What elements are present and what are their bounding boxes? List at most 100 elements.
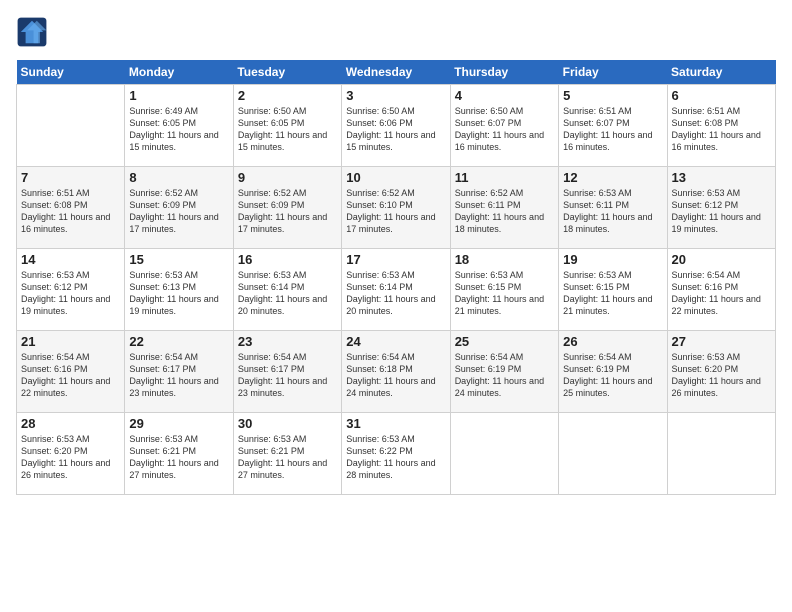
calendar-cell: 31 Sunrise: 6:53 AM Sunset: 6:22 PM Dayli… bbox=[342, 413, 450, 495]
day-info: Sunrise: 6:53 AM Sunset: 6:12 PM Dayligh… bbox=[21, 269, 120, 318]
day-info: Sunrise: 6:53 AM Sunset: 6:22 PM Dayligh… bbox=[346, 433, 445, 482]
day-info: Sunrise: 6:54 AM Sunset: 6:17 PM Dayligh… bbox=[129, 351, 228, 400]
calendar-cell: 12 Sunrise: 6:53 AM Sunset: 6:11 PM Dayli… bbox=[559, 167, 667, 249]
calendar-cell: 9 Sunrise: 6:52 AM Sunset: 6:09 PM Daylig… bbox=[233, 167, 341, 249]
day-info: Sunrise: 6:53 AM Sunset: 6:20 PM Dayligh… bbox=[672, 351, 771, 400]
day-info: Sunrise: 6:51 AM Sunset: 6:08 PM Dayligh… bbox=[672, 105, 771, 154]
calendar-cell bbox=[450, 413, 558, 495]
day-number: 4 bbox=[455, 88, 554, 103]
day-number: 19 bbox=[563, 252, 662, 267]
day-info: Sunrise: 6:54 AM Sunset: 6:18 PM Dayligh… bbox=[346, 351, 445, 400]
calendar-cell: 28 Sunrise: 6:53 AM Sunset: 6:20 PM Dayli… bbox=[17, 413, 125, 495]
calendar-cell bbox=[667, 413, 775, 495]
day-info: Sunrise: 6:53 AM Sunset: 6:13 PM Dayligh… bbox=[129, 269, 228, 318]
calendar-cell: 15 Sunrise: 6:53 AM Sunset: 6:13 PM Dayli… bbox=[125, 249, 233, 331]
calendar-cell: 2Sunrise: 6:50 AM Sunset: 6:05 PM Daylig… bbox=[233, 85, 341, 167]
day-number: 6 bbox=[672, 88, 771, 103]
calendar-cell: 8 Sunrise: 6:52 AM Sunset: 6:09 PM Daylig… bbox=[125, 167, 233, 249]
calendar-cell: 19 Sunrise: 6:53 AM Sunset: 6:15 PM Dayli… bbox=[559, 249, 667, 331]
day-number: 15 bbox=[129, 252, 228, 267]
calendar-cell: 20 Sunrise: 6:54 AM Sunset: 6:16 PM Dayli… bbox=[667, 249, 775, 331]
calendar-week-row: 21Sunrise: 6:54 AM Sunset: 6:16 PM Dayli… bbox=[17, 331, 776, 413]
header-thursday: Thursday bbox=[450, 60, 558, 85]
day-number: 29 bbox=[129, 416, 228, 431]
day-number: 14 bbox=[21, 252, 120, 267]
day-number: 10 bbox=[346, 170, 445, 185]
calendar-cell: 23 Sunrise: 6:54 AM Sunset: 6:17 PM Dayli… bbox=[233, 331, 341, 413]
calendar-cell: 22 Sunrise: 6:54 AM Sunset: 6:17 PM Dayli… bbox=[125, 331, 233, 413]
calendar-cell: 4 Sunrise: 6:50 AM Sunset: 6:07 PM Daylig… bbox=[450, 85, 558, 167]
day-info: Sunrise: 6:53 AM Sunset: 6:21 PM Dayligh… bbox=[129, 433, 228, 482]
header-saturday: Saturday bbox=[667, 60, 775, 85]
calendar-cell: 30Sunrise: 6:53 AM Sunset: 6:21 PM Dayli… bbox=[233, 413, 341, 495]
day-info: Sunrise: 6:54 AM Sunset: 6:19 PM Dayligh… bbox=[563, 351, 662, 400]
day-number: 8 bbox=[129, 170, 228, 185]
day-number: 23 bbox=[238, 334, 337, 349]
calendar-cell: 1 Sunrise: 6:49 AM Sunset: 6:05 PM Daylig… bbox=[125, 85, 233, 167]
day-number: 3 bbox=[346, 88, 445, 103]
day-number: 17 bbox=[346, 252, 445, 267]
header-wednesday: Wednesday bbox=[342, 60, 450, 85]
day-number: 7 bbox=[21, 170, 120, 185]
calendar-cell: 7 Sunrise: 6:51 AM Sunset: 6:08 PM Daylig… bbox=[17, 167, 125, 249]
day-number: 13 bbox=[672, 170, 771, 185]
day-info: Sunrise: 6:54 AM Sunset: 6:19 PM Dayligh… bbox=[455, 351, 554, 400]
calendar-cell: 6 Sunrise: 6:51 AM Sunset: 6:08 PM Daylig… bbox=[667, 85, 775, 167]
day-info: Sunrise: 6:53 AM Sunset: 6:14 PM Dayligh… bbox=[238, 269, 337, 318]
calendar-cell: 27 Sunrise: 6:53 AM Sunset: 6:20 PM Dayli… bbox=[667, 331, 775, 413]
header-sunday: Sunday bbox=[17, 60, 125, 85]
day-info: Sunrise: 6:53 AM Sunset: 6:15 PM Dayligh… bbox=[455, 269, 554, 318]
day-info: Sunrise: 6:53 AM Sunset: 6:12 PM Dayligh… bbox=[672, 187, 771, 236]
day-number: 22 bbox=[129, 334, 228, 349]
page-container: SundayMondayTuesdayWednesdayThursdayFrid… bbox=[0, 0, 792, 505]
day-number: 18 bbox=[455, 252, 554, 267]
calendar-week-row: 14 Sunrise: 6:53 AM Sunset: 6:12 PM Dayli… bbox=[17, 249, 776, 331]
calendar-week-row: 28 Sunrise: 6:53 AM Sunset: 6:20 PM Dayli… bbox=[17, 413, 776, 495]
day-info: Sunrise: 6:54 AM Sunset: 6:16 PM Dayligh… bbox=[672, 269, 771, 318]
day-info: Sunrise: 6:52 AM Sunset: 6:11 PM Dayligh… bbox=[455, 187, 554, 236]
day-number: 16 bbox=[238, 252, 337, 267]
calendar-cell: 13 Sunrise: 6:53 AM Sunset: 6:12 PM Dayli… bbox=[667, 167, 775, 249]
day-number: 12 bbox=[563, 170, 662, 185]
calendar-header-row: SundayMondayTuesdayWednesdayThursdayFrid… bbox=[17, 60, 776, 85]
day-info: Sunrise: 6:50 AM Sunset: 6:06 PM Dayligh… bbox=[346, 105, 445, 154]
header-monday: Monday bbox=[125, 60, 233, 85]
day-number: 28 bbox=[21, 416, 120, 431]
page-header bbox=[16, 16, 776, 48]
calendar-cell: 29 Sunrise: 6:53 AM Sunset: 6:21 PM Dayli… bbox=[125, 413, 233, 495]
calendar-table: SundayMondayTuesdayWednesdayThursdayFrid… bbox=[16, 60, 776, 495]
calendar-cell: 18 Sunrise: 6:53 AM Sunset: 6:15 PM Dayli… bbox=[450, 249, 558, 331]
calendar-cell: 21Sunrise: 6:54 AM Sunset: 6:16 PM Dayli… bbox=[17, 331, 125, 413]
day-number: 30 bbox=[238, 416, 337, 431]
logo bbox=[16, 16, 52, 48]
calendar-week-row: 1 Sunrise: 6:49 AM Sunset: 6:05 PM Daylig… bbox=[17, 85, 776, 167]
day-info: Sunrise: 6:53 AM Sunset: 6:14 PM Dayligh… bbox=[346, 269, 445, 318]
day-number: 26 bbox=[563, 334, 662, 349]
day-number: 27 bbox=[672, 334, 771, 349]
day-info: Sunrise: 6:53 AM Sunset: 6:11 PM Dayligh… bbox=[563, 187, 662, 236]
calendar-week-row: 7 Sunrise: 6:51 AM Sunset: 6:08 PM Daylig… bbox=[17, 167, 776, 249]
day-info: Sunrise: 6:54 AM Sunset: 6:17 PM Dayligh… bbox=[238, 351, 337, 400]
day-number: 9 bbox=[238, 170, 337, 185]
day-number: 11 bbox=[455, 170, 554, 185]
day-info: Sunrise: 6:51 AM Sunset: 6:08 PM Dayligh… bbox=[21, 187, 120, 236]
calendar-cell: 26 Sunrise: 6:54 AM Sunset: 6:19 PM Dayli… bbox=[559, 331, 667, 413]
day-info: Sunrise: 6:49 AM Sunset: 6:05 PM Dayligh… bbox=[129, 105, 228, 154]
calendar-cell: 3 Sunrise: 6:50 AM Sunset: 6:06 PM Daylig… bbox=[342, 85, 450, 167]
calendar-cell: 14 Sunrise: 6:53 AM Sunset: 6:12 PM Dayli… bbox=[17, 249, 125, 331]
day-number: 31 bbox=[346, 416, 445, 431]
calendar-cell: 25 Sunrise: 6:54 AM Sunset: 6:19 PM Dayli… bbox=[450, 331, 558, 413]
day-number: 2 bbox=[238, 88, 337, 103]
day-number: 20 bbox=[672, 252, 771, 267]
day-info: Sunrise: 6:52 AM Sunset: 6:09 PM Dayligh… bbox=[129, 187, 228, 236]
day-info: Sunrise: 6:52 AM Sunset: 6:10 PM Dayligh… bbox=[346, 187, 445, 236]
calendar-cell: 24Sunrise: 6:54 AM Sunset: 6:18 PM Dayli… bbox=[342, 331, 450, 413]
day-number: 1 bbox=[129, 88, 228, 103]
day-number: 25 bbox=[455, 334, 554, 349]
header-tuesday: Tuesday bbox=[233, 60, 341, 85]
day-info: Sunrise: 6:52 AM Sunset: 6:09 PM Dayligh… bbox=[238, 187, 337, 236]
day-info: Sunrise: 6:53 AM Sunset: 6:15 PM Dayligh… bbox=[563, 269, 662, 318]
day-info: Sunrise: 6:53 AM Sunset: 6:20 PM Dayligh… bbox=[21, 433, 120, 482]
day-info: Sunrise: 6:50 AM Sunset: 6:07 PM Dayligh… bbox=[455, 105, 554, 154]
day-number: 21 bbox=[21, 334, 120, 349]
